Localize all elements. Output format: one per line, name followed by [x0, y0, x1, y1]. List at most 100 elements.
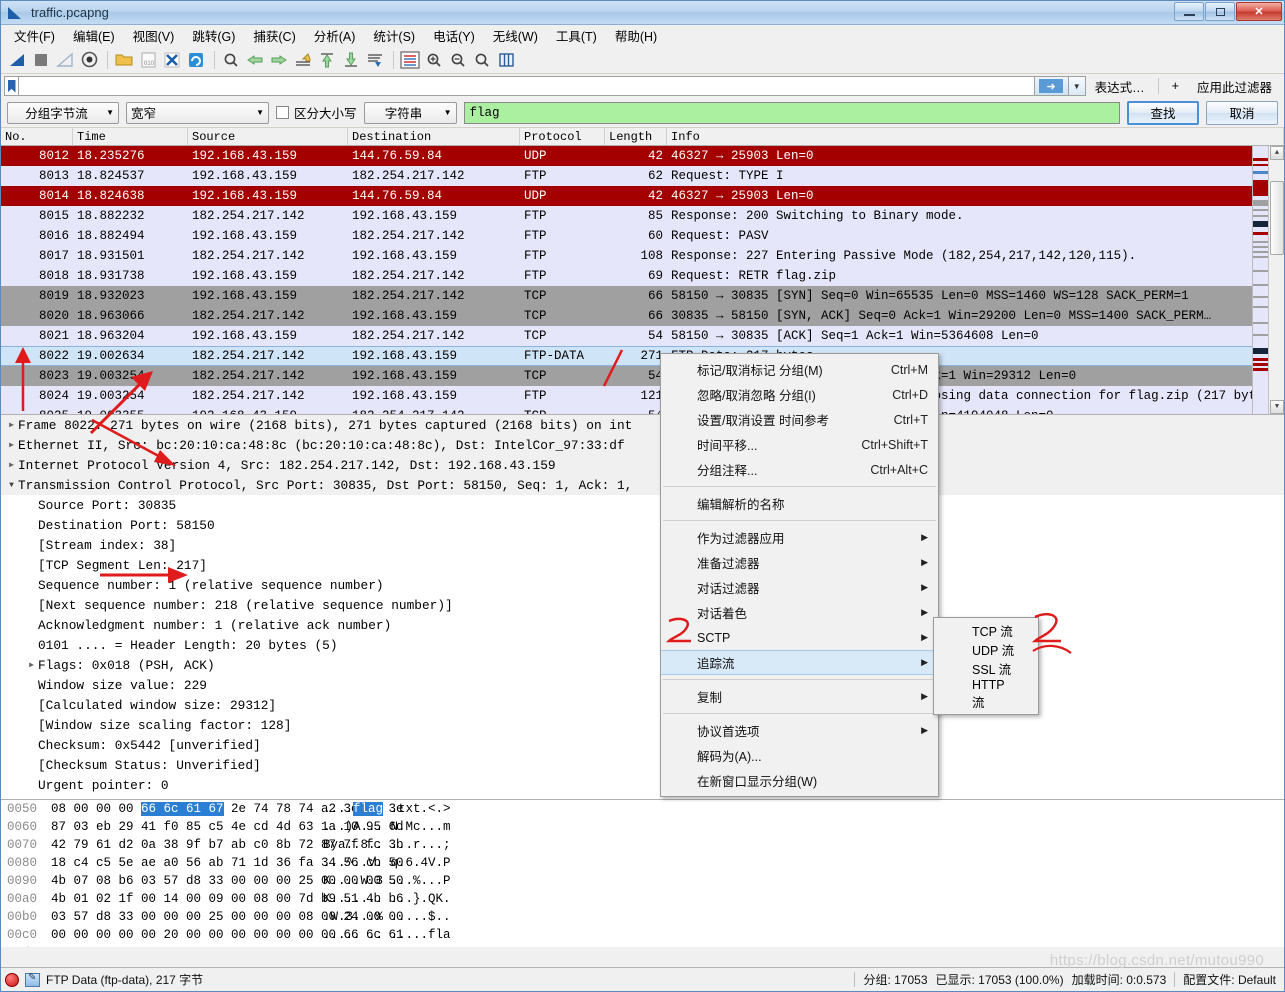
- detail-row[interactable]: [Next sequence number: 218 (relative seq…: [1, 595, 1284, 615]
- context-menu-item[interactable]: 复制 ▶: [661, 684, 938, 709]
- expert-info-icon[interactable]: [5, 972, 19, 987]
- detail-row[interactable]: Source Port: 30835: [1, 495, 1284, 515]
- hex-row[interactable]: 00a0 4b 01 02 1f 00 14 00 09 00 08 00 7d …: [1, 890, 1284, 908]
- packet-row[interactable]: 8016 18.882494 192.168.43.159 182.254.217.1…: [1, 226, 1284, 246]
- reload-icon[interactable]: [185, 49, 207, 71]
- chevron-down-icon[interactable]: ▼: [5, 481, 18, 490]
- search-type-combo[interactable]: 字符串 ▼: [363, 101, 457, 124]
- save-file-icon[interactable]: 010: [137, 49, 159, 71]
- menu-statistics[interactable]: 统计(S): [364, 24, 424, 47]
- column-header-protocol[interactable]: Protocol: [520, 128, 605, 145]
- context-menu-item[interactable]: 标记/取消标记 分组(M) Ctrl+M: [661, 357, 938, 382]
- packet-row[interactable]: 8015 18.882232 182.254.217.142 192.168.43.1…: [1, 206, 1284, 226]
- minimize-button[interactable]: [1174, 2, 1204, 21]
- context-menu-item[interactable]: 协议首选项 ▶: [661, 718, 938, 743]
- packet-row[interactable]: 8013 18.824537 192.168.43.159 182.254.217.1…: [1, 166, 1284, 186]
- zoom-out-icon[interactable]: [447, 49, 469, 71]
- detail-row[interactable]: Acknowledgment number: 1 (relative ack n…: [1, 615, 1284, 635]
- hex-row[interactable]: 0090 4b 07 08 b6 03 57 d8 33 00 00 00 25 …: [1, 872, 1284, 890]
- packet-row[interactable]: 8014 18.824638 192.168.43.159 144.76.59.84 U…: [1, 186, 1284, 206]
- expression-button[interactable]: 表达式…: [1086, 77, 1154, 96]
- context-menu-item[interactable]: 时间平移... Ctrl+Shift+T: [661, 432, 938, 457]
- column-header-time[interactable]: Time: [73, 128, 188, 145]
- context-menu-item[interactable]: 解码为(A)...: [661, 743, 938, 768]
- hex-row[interactable]: 00c0 00 00 00 00 00 20 00 00 00 00 00 00 …: [1, 926, 1284, 944]
- display-filter-input[interactable]: [18, 76, 1035, 96]
- context-menu-item[interactable]: 作为过滤器应用 ▶: [661, 525, 938, 550]
- scroll-up-arrow-icon[interactable]: ▲: [1270, 146, 1284, 160]
- packet-map-scrollbar[interactable]: [1252, 146, 1268, 414]
- checkbox-box[interactable]: [276, 106, 289, 119]
- detail-row[interactable]: ▶ Flags: 0x018 (PSH, ACK): [1, 655, 1284, 675]
- go-first-packet-icon[interactable]: [316, 49, 338, 71]
- detail-row[interactable]: ▶ Frame 8022: 271 bytes on wire (2168 bit…: [1, 415, 1284, 435]
- detail-row[interactable]: [Stream index: 38]: [1, 535, 1284, 555]
- packet-row[interactable]: 8023 19.003254 182.254.217.142 192.168.43.1…: [1, 366, 1284, 386]
- apply-this-filter-button[interactable]: 应用此过滤器: [1188, 77, 1281, 96]
- close-file-icon[interactable]: [161, 49, 183, 71]
- colorize-icon[interactable]: [399, 49, 421, 71]
- scrollbar-thumb[interactable]: [1270, 181, 1284, 255]
- packet-row[interactable]: 8020 18.963066 182.254.217.142 192.168.43.1…: [1, 306, 1284, 326]
- maximize-button[interactable]: [1205, 2, 1235, 21]
- follow-stream-submenu[interactable]: TCP 流 UDP 流 SSL 流 HTTP 流: [933, 617, 1039, 715]
- packet-row[interactable]: 8021 18.963204 192.168.43.159 182.254.217.1…: [1, 326, 1284, 346]
- filter-history-dropdown[interactable]: ▼: [1068, 76, 1086, 96]
- menu-wireless[interactable]: 无线(W): [484, 24, 547, 47]
- packet-list-scrollbar[interactable]: ▲ ▼: [1268, 146, 1284, 414]
- context-menu-item[interactable]: 分组注释... Ctrl+Alt+C: [661, 457, 938, 482]
- scroll-down-arrow-icon[interactable]: ▼: [1270, 400, 1284, 414]
- column-header-info[interactable]: Info: [667, 128, 1284, 145]
- submenu-item[interactable]: TCP 流: [934, 621, 1038, 640]
- detail-row[interactable]: ▶ Ethernet II, Src: bc:20:10:ca:48:8c (bc…: [1, 435, 1284, 455]
- column-header-length[interactable]: Length: [605, 128, 667, 145]
- context-menu-item[interactable]: SCTP ▶: [661, 625, 938, 650]
- chevron-right-icon[interactable]: ▶: [5, 420, 18, 430]
- context-menu-item[interactable]: 对话过滤器 ▶: [661, 575, 938, 600]
- find-packet-icon[interactable]: [220, 49, 242, 71]
- menu-help[interactable]: 帮助(H): [606, 24, 666, 47]
- packet-row[interactable]: 8018 18.931738 192.168.43.159 182.254.217.1…: [1, 266, 1284, 286]
- find-button[interactable]: 查找: [1127, 100, 1199, 125]
- menu-file[interactable]: 文件(F): [5, 24, 64, 47]
- start-capture-icon[interactable]: [6, 49, 28, 71]
- detail-row[interactable]: [TCP Segment Len: 217]: [1, 555, 1284, 575]
- context-menu-item[interactable]: 对话着色 ▶: [661, 600, 938, 625]
- menu-analyze[interactable]: 分析(A): [305, 24, 365, 47]
- capture-comment-icon[interactable]: [25, 972, 40, 987]
- find-search-input[interactable]: flag: [463, 101, 1120, 124]
- menu-capture[interactable]: 捕获(C): [244, 24, 304, 47]
- menu-edit[interactable]: 编辑(E): [64, 24, 124, 47]
- chevron-right-icon[interactable]: ▶: [5, 460, 18, 470]
- packet-row[interactable]: 802519.003355192.168.43.159182.254.217.1…: [1, 406, 1284, 414]
- hex-row[interactable]: 0050 08 00 00 00 66 6c 61 67 2e 74 78 74 …: [1, 800, 1284, 818]
- case-sensitive-checkbox[interactable]: 区分大小写: [276, 103, 357, 122]
- context-menu-item[interactable]: 在新窗口显示分组(W): [661, 768, 938, 793]
- packet-details-pane[interactable]: ▶ Frame 8022: 271 bytes on wire (2168 bit…: [1, 414, 1284, 799]
- zoom-in-icon[interactable]: [423, 49, 445, 71]
- search-in-combo[interactable]: 分组字节流 ▼: [7, 101, 119, 124]
- detail-row[interactable]: ▶ Internet Protocol Version 4, Src: 182.2…: [1, 455, 1284, 475]
- go-to-packet-icon[interactable]: [292, 49, 314, 71]
- menu-tools[interactable]: 工具(T): [547, 24, 606, 47]
- hex-row[interactable]: 0070 42 79 61 d2 0a 38 9f b7 ab c0 8b 72 …: [1, 836, 1284, 854]
- menu-telephony[interactable]: 电话(Y): [424, 24, 484, 47]
- column-header-no[interactable]: No.: [1, 128, 73, 145]
- detail-row[interactable]: Urgent pointer: 0: [1, 775, 1284, 795]
- packet-row[interactable]: 8024 19.003254 182.254.217.142 192.168.43.1…: [1, 386, 1284, 406]
- go-last-packet-icon[interactable]: [340, 49, 362, 71]
- capture-options-icon[interactable]: [78, 49, 100, 71]
- menu-go[interactable]: 跳转(G): [183, 24, 244, 47]
- detail-row[interactable]: Checksum: 0x5442 [unverified]: [1, 735, 1284, 755]
- detail-row[interactable]: Sequence number: 1 (relative sequence nu…: [1, 575, 1284, 595]
- chevron-right-icon[interactable]: ▶: [5, 440, 18, 450]
- detail-row[interactable]: 0101 .... = Header Length: 20 bytes (5): [1, 635, 1284, 655]
- stop-capture-icon[interactable]: [30, 49, 52, 71]
- context-menu-item[interactable]: 准备过滤器 ▶: [661, 550, 938, 575]
- detail-row[interactable]: [Calculated window size: 29312]: [1, 695, 1284, 715]
- packet-context-menu[interactable]: 标记/取消标记 分组(M) Ctrl+M 忽略/取消忽略 分组(I) Ctrl+D 设置…: [660, 353, 939, 797]
- menu-view[interactable]: 视图(V): [124, 24, 184, 47]
- packet-row[interactable]: 8012 18.235276 192.168.43.159 144.76.59.84 U…: [1, 146, 1284, 166]
- chevron-right-icon[interactable]: ▶: [25, 660, 38, 670]
- close-button[interactable]: ✕: [1236, 2, 1282, 21]
